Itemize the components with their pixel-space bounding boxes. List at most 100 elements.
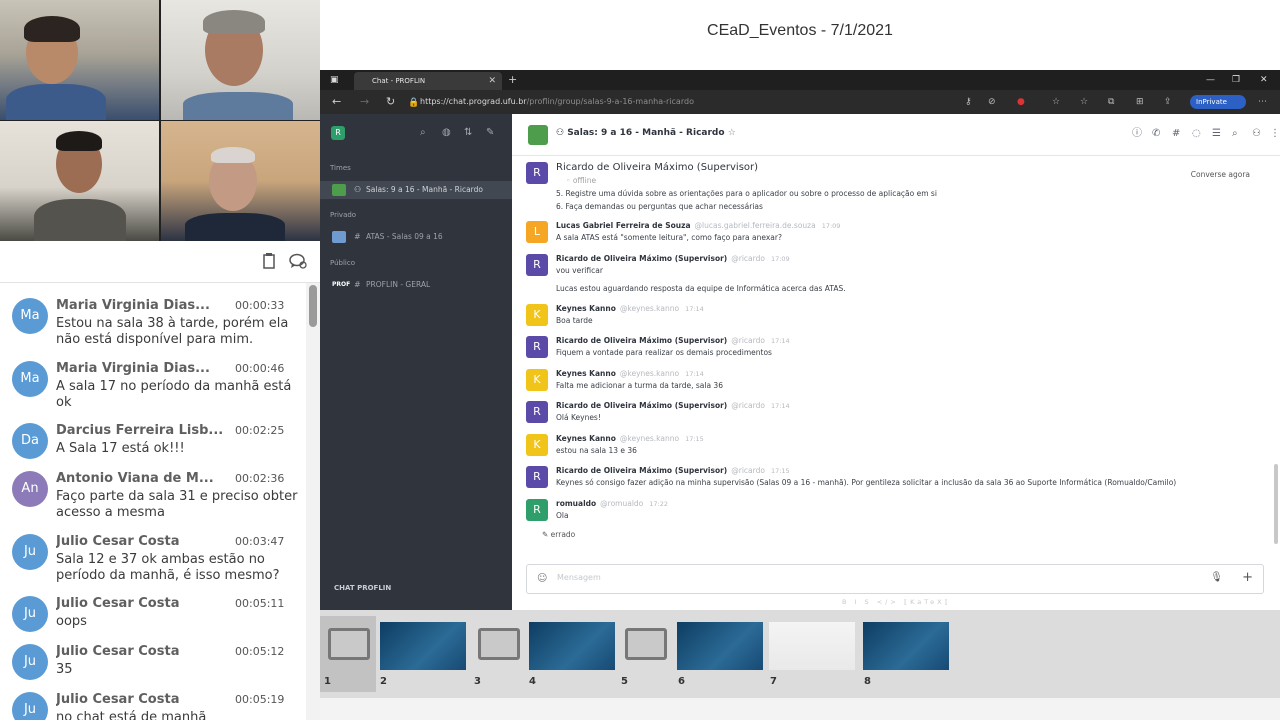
members-icon[interactable]: ⚇ [1252,127,1261,141]
avatar: R [526,336,548,358]
slide-number: 6 [678,676,685,687]
session-title: CEaD_Eventos - 7/1/2021 [320,0,1280,70]
message[interactable]: L Lucas Gabriel Ferreira de Souza @lucas.… [526,221,1266,247]
message-time: 00:05:19 [235,693,285,706]
sender-name: Maria Virginia Dias... [56,298,210,313]
slide-number: 4 [529,676,536,687]
inprivate-badge[interactable]: InPrivate [1190,95,1246,109]
message[interactable]: K Keynes Kanno @keynes.kanno 17:14 Boa tar… [526,304,1266,330]
sidebar-item-public-room[interactable]: PROF # PROFLIN - GERAL [320,276,512,294]
slide-thumbnail [769,622,855,670]
slide-6[interactable]: 6 [676,616,770,692]
message-text: Olá Keynes! [556,413,601,422]
slide-8[interactable]: 8 [862,616,956,692]
slide-1[interactable]: 1 [320,616,376,692]
chat-bubbles-icon[interactable] [288,252,308,272]
extension-icon[interactable]: ● [1017,95,1025,109]
sender-name: Julio Cesar Costa [56,644,180,659]
section-public: Público [330,259,355,267]
message[interactable]: R Ricardo de Oliveira Máximo (Supervisor… [526,336,1266,362]
emoji-icon[interactable]: ☺ [537,573,547,584]
directory-icon[interactable]: ◍ [442,126,451,140]
chat-toolbar [0,241,320,283]
url-host: https://chat.prograd.ufu.br [420,97,527,106]
pencil-icon: ✎ [542,530,551,539]
chat-scrollbar[interactable] [306,283,320,720]
message[interactable]: R romualdo @romualdo 17:22 Ola [526,499,1266,525]
plus-icon[interactable]: + [1242,570,1253,585]
kebab-icon[interactable]: ⋮ [1270,127,1280,141]
room-avatar [332,231,346,243]
message-composer[interactable]: ☺ Mensagem 🎙 + [526,564,1264,594]
threads-icon[interactable]: ☰ [1212,127,1221,141]
close-icon[interactable]: ✕ [488,72,496,90]
discussion-icon[interactable]: ◌ [1192,127,1201,141]
message[interactable]: R Ricardo de Oliveira Máximo (Supervisor… [526,401,1266,427]
sort-icon[interactable]: ⇅ [464,126,472,140]
call-icon[interactable]: ✆ [1152,127,1160,141]
avatar: R [526,254,548,276]
browser-tab[interactable]: Chat - PROFLIN ✕ [354,72,502,90]
message-input[interactable]: Mensagem [557,573,601,582]
search-icon[interactable]: ⌕ [420,126,426,140]
message[interactable]: R Ricardo de Oliveira Máximo (Supervisor… [526,254,1266,298]
minimize-icon[interactable]: — [1206,72,1215,88]
message-text: Lucas estou aguardando resposta da equip… [556,284,846,293]
message-time: 00:00:46 [235,362,285,375]
avatar: Ju [12,596,48,632]
refresh-icon[interactable]: ↻ [386,94,395,110]
new-tab-icon[interactable]: + [508,72,517,88]
rc-sidebar: R ⌕ ◍ ⇅ ✎ Times ⚇ Salas: 9 a 16 - Manhã … [320,114,512,610]
info-icon[interactable]: ⓘ [1132,127,1142,141]
workspace-logo[interactable]: R [331,126,345,140]
video-tile-4[interactable] [161,121,320,241]
address-bar: ← → ↻ 🔒 https://chat.prograd.ufu.br/prof… [320,90,1280,114]
copy-icon[interactable] [259,252,279,272]
create-new-icon[interactable]: ✎ [486,126,494,140]
favorites-bar-icon[interactable]: ☆ [1080,95,1088,109]
instruction-line: 5. Registre uma dúvida sobre as orientaç… [556,189,937,198]
slide-7[interactable]: 7 [768,616,862,692]
favorite-icon[interactable]: ☆ [1052,95,1060,109]
maximize-icon[interactable]: ❐ [1232,72,1240,88]
key-icon[interactable]: ⚷ [965,95,972,109]
video-tile-3[interactable] [0,121,159,241]
share-icon[interactable]: ⇪ [1164,95,1172,109]
split-icon[interactable]: ⧉ [1108,95,1114,109]
avatar: R [526,499,548,521]
slide-5[interactable]: 5 [620,616,676,692]
back-icon[interactable]: ← [332,94,341,110]
sidebar-item-private-room[interactable]: # ATAS - Salas 09 a 16 [320,228,512,246]
window-menu-icon[interactable]: ▣ [330,72,339,88]
collections-icon[interactable]: ⊞ [1136,95,1144,109]
message[interactable]: R Ricardo de Oliveira Máximo (Supervisor… [526,466,1266,492]
more-icon[interactable]: ⋯ [1258,95,1267,109]
video-tile-2[interactable] [161,0,320,120]
scrollbar-thumb[interactable] [309,285,317,327]
formatting-toolbar[interactable]: B I S </> ⟦KaTeX⟧ [842,598,951,606]
message-text: Boa tarde [556,316,593,325]
slide-4[interactable]: 4 [526,616,620,692]
slide-3[interactable]: 3 [470,616,526,692]
slide-number: 7 [770,676,777,687]
microphone-icon[interactable]: 🎙 [1210,572,1223,583]
tracking-icon[interactable]: ⊘ [988,95,996,109]
hash-icon: # [354,280,361,289]
message[interactable]: K Keynes Kanno @keynes.kanno 17:15 estou n… [526,434,1266,460]
forward-icon[interactable]: → [360,94,369,110]
participants-chat-list[interactable]: Ma Maria Virginia Dias... 00:00:33 Estou… [0,283,320,720]
sidebar-item-team-room[interactable]: ⚇ Salas: 9 a 16 - Manhã - Ricardo [320,181,512,199]
message-text: Falta me adicionar a turma da tarde, sal… [556,381,723,390]
avatar: Da [12,423,48,459]
url-field[interactable]: https://chat.prograd.ufu.br/proflin/grou… [420,95,694,109]
tab-title: Chat - PROFLIN [372,77,426,85]
video-tile-1[interactable] [0,0,159,120]
messages-scrollbar[interactable] [1274,464,1278,544]
star-icon[interactable]: ☆ [728,128,736,138]
channels-icon[interactable]: # [1172,127,1180,141]
message[interactable]: K Keynes Kanno @keynes.kanno 17:14 Falta m… [526,369,1266,395]
slide-2[interactable]: 2 [376,616,470,692]
close-window-icon[interactable]: ✕ [1260,72,1268,88]
converse-now-button[interactable]: Converse agora [1191,170,1250,179]
search-messages-icon[interactable]: ⌕ [1232,127,1238,141]
